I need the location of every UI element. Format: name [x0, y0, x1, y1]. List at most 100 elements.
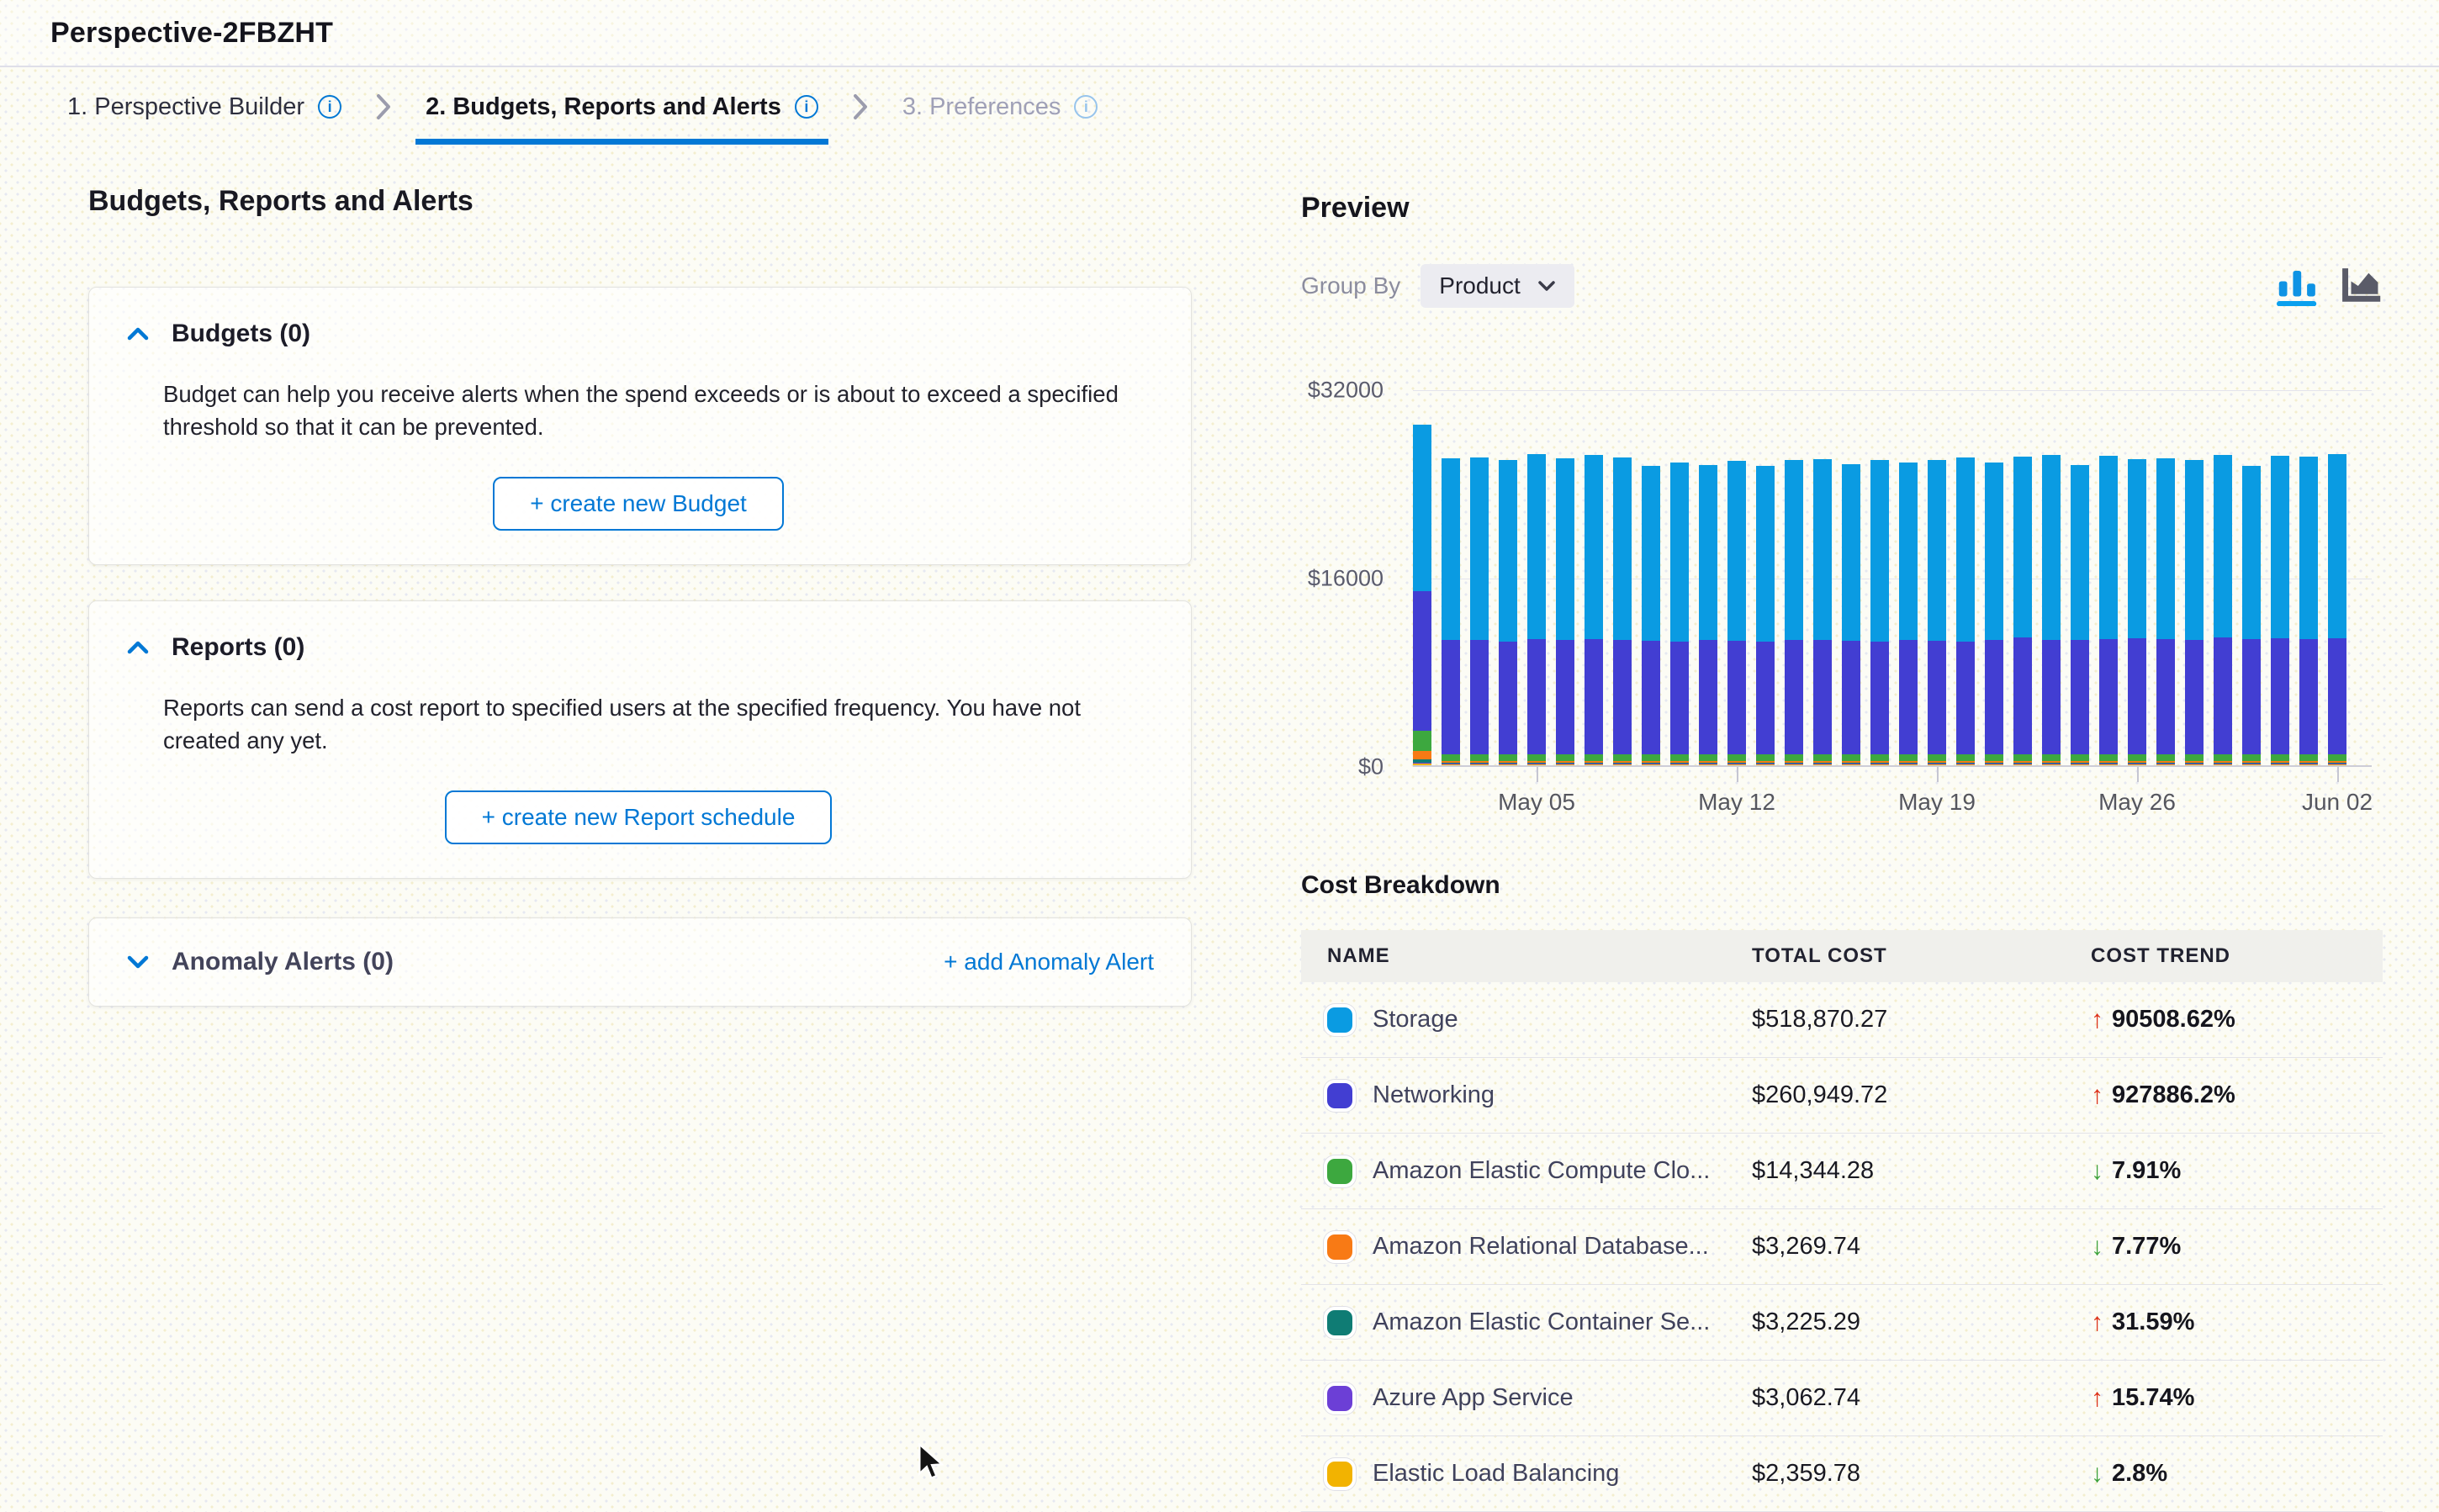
- info-icon[interactable]: i: [1074, 95, 1098, 119]
- info-icon[interactable]: i: [318, 95, 341, 119]
- table-header: NAME TOTAL COST COST TREND: [1301, 930, 2383, 982]
- legend-color-swatch: [1327, 1234, 1352, 1260]
- chevron-down-icon[interactable]: [126, 954, 150, 970]
- page-title: Perspective-2FBZHT: [50, 17, 333, 50]
- bar-segment-storage: [1928, 460, 1946, 641]
- budgets-card: Budgets (0) Budget can help you receive …: [88, 287, 1192, 565]
- chart-bar[interactable]: [1813, 459, 1832, 765]
- bar-segment-elb: [1813, 764, 1832, 765]
- area-chart-icon[interactable]: [2341, 266, 2383, 306]
- chart-bar[interactable]: [1442, 458, 1460, 765]
- chart-bar[interactable]: [1585, 455, 1603, 765]
- bar-segment-ec2: [1928, 754, 1946, 761]
- row-trend-value: 15.74%: [2112, 1384, 2194, 1412]
- budgets-card-title: Budgets (0): [172, 320, 310, 348]
- bar-segment-storage: [1956, 457, 1975, 642]
- create-report-schedule-button[interactable]: + create new Report schedule: [445, 790, 833, 844]
- chart-bar[interactable]: [1499, 460, 1517, 765]
- chart-bar[interactable]: [1556, 458, 1574, 765]
- row-total-cost: $3,062.74: [1752, 1384, 2091, 1412]
- bar-segment-elb: [1613, 764, 1632, 765]
- chart-bar[interactable]: [1785, 460, 1803, 765]
- row-trend-value: 7.77%: [2112, 1233, 2181, 1261]
- tab-preferences[interactable]: 3. Preferences i: [902, 69, 1098, 145]
- table-row: Networking $260,949.72 ↑ 927886.2%: [1301, 1058, 2383, 1134]
- budgets-reports-alerts-panel: Budgets, Reports and Alerts Budgets (0) …: [0, 145, 1245, 1499]
- chart-bar[interactable]: [1928, 460, 1946, 765]
- bar-segment-networking: [1556, 640, 1574, 755]
- bar-segment-ec2: [2071, 754, 2089, 761]
- chart-bar[interactable]: [2214, 455, 2232, 765]
- bar-segment-networking: [1613, 640, 1632, 754]
- tab-perspective-builder[interactable]: 1. Perspective Builder i: [67, 69, 341, 145]
- row-trend-value: 2.8%: [2112, 1460, 2167, 1488]
- bar-segment-ec2: [2042, 754, 2061, 761]
- bar-segment-elb: [1699, 764, 1717, 765]
- bar-chart-icon[interactable]: [2277, 266, 2319, 306]
- trend-arrow-icon: ↓: [2091, 1460, 2103, 1488]
- add-anomaly-alert-link[interactable]: + add Anomaly Alert: [944, 949, 1154, 975]
- reports-card: Reports (0) Reports can send a cost repo…: [88, 600, 1192, 879]
- tab-budgets-reports-alerts[interactable]: 2. Budgets, Reports and Alerts i: [426, 69, 818, 145]
- bar-segment-networking: [2299, 639, 2318, 754]
- bar-segment-networking: [2185, 640, 2204, 755]
- bar-segment-elb: [1670, 764, 1689, 765]
- bar-segment-ec2: [1870, 754, 1889, 761]
- chart-bar[interactable]: [1870, 460, 1889, 765]
- chart-bar[interactable]: [1470, 457, 1489, 765]
- bar-segment-networking: [1499, 642, 1517, 754]
- chart-bar[interactable]: [2156, 458, 2175, 765]
- chart-bar[interactable]: [1413, 425, 1431, 765]
- x-axis-label: May 26: [2098, 789, 2176, 816]
- bar-segment-storage: [1556, 458, 1574, 639]
- chart-bar[interactable]: [1956, 457, 1975, 765]
- chevron-up-icon[interactable]: [126, 640, 150, 655]
- bar-segment-storage: [1899, 463, 1918, 641]
- info-icon[interactable]: i: [795, 95, 818, 119]
- bar-segment-elb: [2242, 764, 2261, 765]
- bar-segment-networking: [2242, 639, 2261, 754]
- chart-bar[interactable]: [2271, 456, 2289, 765]
- page-header: Perspective-2FBZHT: [0, 0, 2439, 67]
- chart-bar[interactable]: [2013, 457, 2032, 765]
- cost-breakdown-title: Cost Breakdown: [1301, 871, 2383, 900]
- chart-bar[interactable]: [2299, 457, 2318, 765]
- bar-segment-ec2: [1499, 754, 1517, 761]
- bar-segment-ec2: [1842, 754, 1860, 761]
- chart-bar[interactable]: [1899, 463, 1918, 765]
- chart-bar[interactable]: [2071, 465, 2089, 765]
- row-total-cost: $14,344.28: [1752, 1157, 2091, 1185]
- bar-segment-storage: [2214, 455, 2232, 637]
- chart-bar[interactable]: [1842, 464, 1860, 765]
- bar-segment-storage: [1727, 461, 1746, 641]
- chart-bar[interactable]: [1527, 454, 1546, 765]
- bar-segment-storage: [2099, 456, 2118, 639]
- group-by-select[interactable]: Product: [1421, 264, 1574, 308]
- chevron-up-icon[interactable]: [126, 326, 150, 341]
- chart-bar[interactable]: [1642, 466, 1660, 765]
- bar-segment-ec2: [1985, 754, 2003, 761]
- chart-bar[interactable]: [1613, 457, 1632, 765]
- chart-bar[interactable]: [2042, 455, 2061, 765]
- chart-bar[interactable]: [1670, 463, 1689, 765]
- bar-segment-elb: [1413, 764, 1431, 765]
- bar-segment-networking: [1813, 640, 1832, 755]
- chart-bar[interactable]: [1756, 466, 1775, 765]
- chart-bar[interactable]: [2099, 456, 2118, 765]
- chart-bar[interactable]: [2185, 460, 2204, 765]
- bar-segment-storage: [2185, 460, 2204, 640]
- chart-bar[interactable]: [1727, 461, 1746, 765]
- create-budget-button[interactable]: + create new Budget: [493, 477, 784, 531]
- bar-segment-storage: [1870, 460, 1889, 641]
- chart-bar[interactable]: [1699, 465, 1717, 765]
- bar-segment-elb: [1985, 764, 2003, 765]
- chart-bar[interactable]: [2128, 459, 2146, 765]
- bar-segment-storage: [2071, 465, 2089, 639]
- bar-segment-storage: [1499, 460, 1517, 642]
- chart-bar[interactable]: [1985, 463, 2003, 765]
- bar-segment-ec2: [1527, 754, 1546, 761]
- bar-segment-storage: [2013, 457, 2032, 637]
- chart-bar[interactable]: [2242, 466, 2261, 765]
- row-total-cost: $518,870.27: [1752, 1006, 2091, 1034]
- chart-bar[interactable]: [2328, 454, 2346, 765]
